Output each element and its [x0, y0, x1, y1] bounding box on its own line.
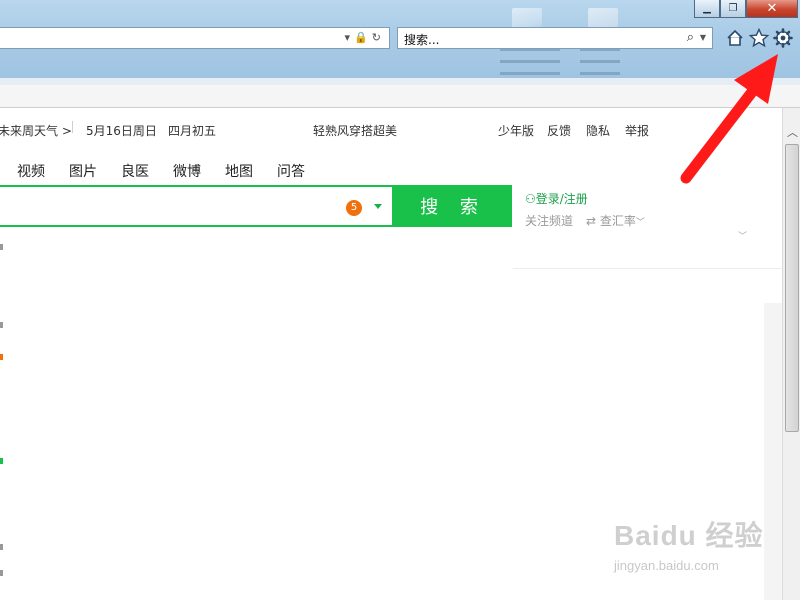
watermark: Baidu 经验 jingyan.baidu.com	[614, 514, 764, 573]
annotation-arrow	[680, 54, 778, 184]
watermark-url: jingyan.baidu.com	[614, 558, 719, 573]
watermark-brand: Baidu 经验	[614, 520, 764, 551]
